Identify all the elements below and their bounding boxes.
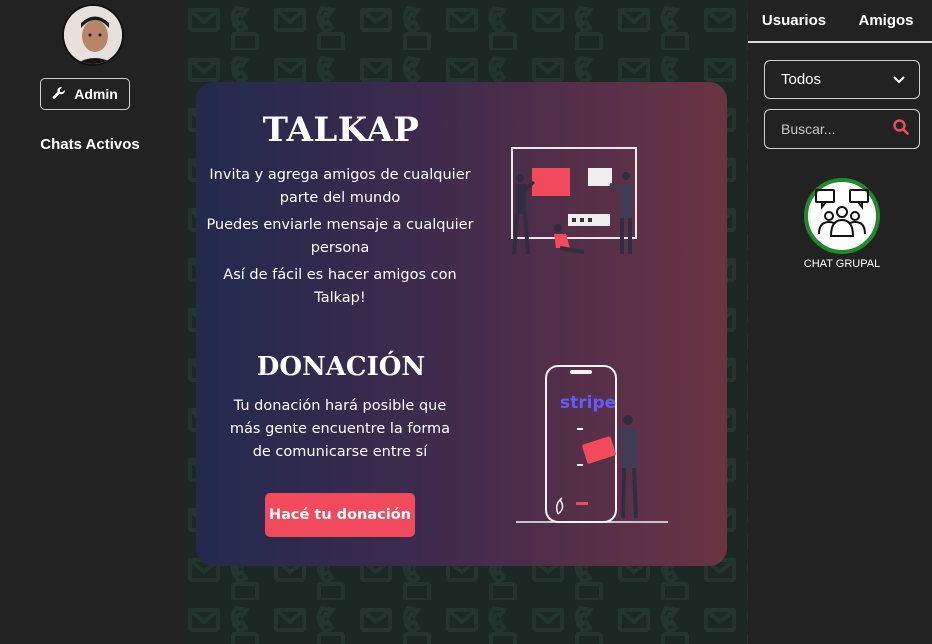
right-sidebar: Usuarios Amigos Todos Buscar... CHAT GRU… — [748, 0, 932, 644]
donate-button[interactable]: Hacé tu donación — [265, 493, 415, 537]
admin-button[interactable]: Admin — [40, 78, 130, 110]
tab-bar: Usuarios Amigos — [748, 0, 932, 43]
intro-text: Invita y agrega amigos de cualquier part… — [204, 164, 476, 314]
tab-amigos[interactable]: Amigos — [840, 0, 932, 41]
avatar[interactable] — [62, 4, 124, 66]
phone-donation-illustration: stripe — [510, 364, 672, 526]
donation-title: DONACIÓN — [256, 352, 426, 382]
intro-line: Puedes enviarle mensaje a cualquier pers… — [206, 217, 474, 256]
welcome-card: TALKAP Invita y agrega amigos de cualqui… — [196, 82, 727, 566]
intro-line: Invita y agrega amigos de cualquier part… — [209, 167, 471, 206]
group-chat-button[interactable] — [804, 178, 880, 254]
left-sidebar: Admin Chats Activos — [0, 0, 184, 644]
wrench-icon — [52, 86, 66, 103]
chats-active-title: Chats Activos — [40, 136, 140, 153]
stripe-logo: stripe — [560, 393, 616, 413]
donation-text: Tu donación hará posible que más gente e… — [229, 398, 451, 460]
admin-button-label: Admin — [74, 86, 118, 102]
group-chat-icon — [814, 188, 870, 245]
tab-usuarios[interactable]: Usuarios — [748, 0, 840, 41]
group-chat-label: CHAT GRUPAL — [803, 258, 881, 270]
search-box — [764, 109, 920, 149]
search-icon[interactable] — [893, 118, 909, 140]
intro-line: Así de fácil es hacer amigos con Talkap! — [223, 267, 457, 306]
people-whiteboard-illustration — [504, 144, 644, 262]
filter-selected-value: Todos — [781, 71, 822, 88]
user-filter-select[interactable]: Todos — [764, 60, 920, 99]
chevron-down-icon — [893, 71, 905, 88]
search-input[interactable] — [781, 121, 889, 137]
app-title: TALKAP — [262, 110, 420, 150]
